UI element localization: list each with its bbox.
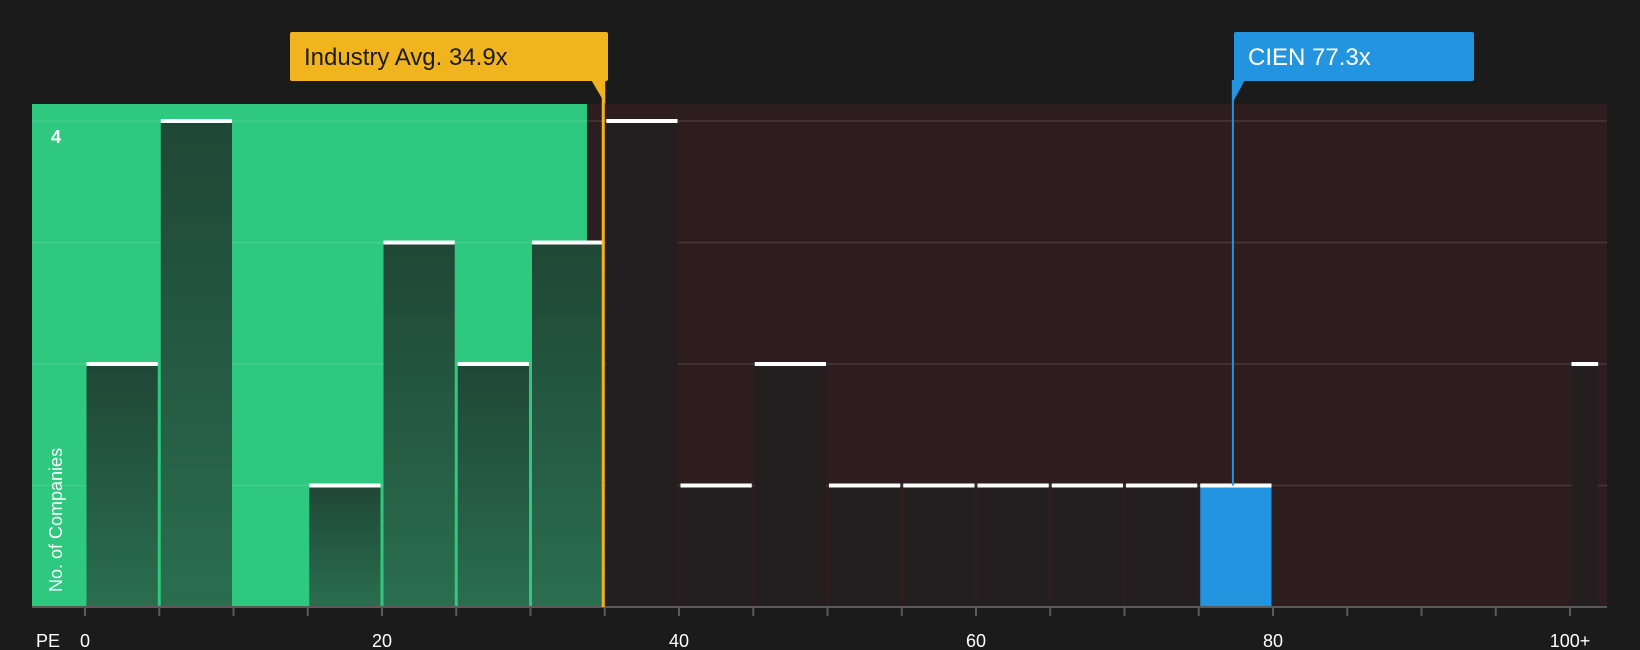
histogram-bar	[680, 485, 752, 607]
histogram-bar	[1126, 485, 1198, 607]
x-tick-label: 0	[80, 631, 90, 650]
pe-histogram-chart: 0 20 40 60 80 100+ PE No. of Companies 4 Indu…	[32, 32, 1607, 650]
histogram-bar-cap	[829, 483, 901, 488]
x-tick-label: 100+	[1550, 631, 1591, 650]
x-tick-label: 20	[372, 631, 392, 650]
pe-callout-pointer	[591, 80, 606, 104]
histogram-bar	[829, 485, 901, 607]
histogram-bar-cap	[1571, 362, 1599, 366]
pe-callout-label: CIEN 77.3x	[1248, 44, 1371, 71]
histogram-bar-cap	[680, 483, 752, 488]
histogram-bar-cap	[532, 240, 604, 245]
y-axis-title: No. of Companies	[46, 448, 66, 592]
pe-callout-label: Industry Avg. 34.9x	[304, 44, 508, 71]
histogram-bar	[754, 364, 826, 607]
histogram-bar-cap	[86, 362, 158, 366]
histogram-bar	[903, 485, 975, 607]
histogram-bar-cap	[977, 483, 1049, 488]
histogram-bar-cap	[754, 362, 826, 366]
x-axis-title: PE	[36, 631, 60, 650]
histogram-bar	[1200, 485, 1272, 607]
histogram-bar	[977, 485, 1049, 607]
histogram-bar	[1571, 364, 1599, 607]
pe-callout-pointer	[1231, 80, 1245, 104]
x-tick-label: 80	[1263, 631, 1283, 650]
histogram-bar	[309, 485, 381, 607]
histogram-bar	[606, 121, 678, 607]
histogram-bar	[160, 121, 232, 607]
x-axis-ticks	[84, 607, 1571, 616]
histogram-bar	[457, 364, 529, 607]
histogram-bar-cap	[606, 119, 678, 123]
y-axis-tick-labels: 4	[51, 127, 61, 147]
histogram-bar-cap	[1051, 483, 1123, 488]
histogram-bar-cap	[383, 240, 455, 245]
histogram-bar-cap	[903, 483, 975, 488]
histogram-bar	[383, 242, 455, 607]
x-tick-label: 40	[669, 631, 689, 650]
histogram-bar-cap	[1126, 483, 1198, 488]
histogram-bar-cap	[309, 483, 381, 488]
histogram-bar	[1051, 485, 1123, 607]
histogram-bar-cap	[1200, 483, 1272, 488]
y-tick-label: 4	[51, 127, 61, 147]
x-tick-label: 60	[966, 631, 986, 650]
histogram-bar	[86, 364, 158, 607]
histogram-bar-cap	[457, 362, 529, 366]
histogram-bar-cap	[160, 119, 232, 123]
histogram-bar	[532, 242, 604, 607]
x-axis-tick-labels: 0 20 40 60 80 100+	[80, 631, 1590, 650]
